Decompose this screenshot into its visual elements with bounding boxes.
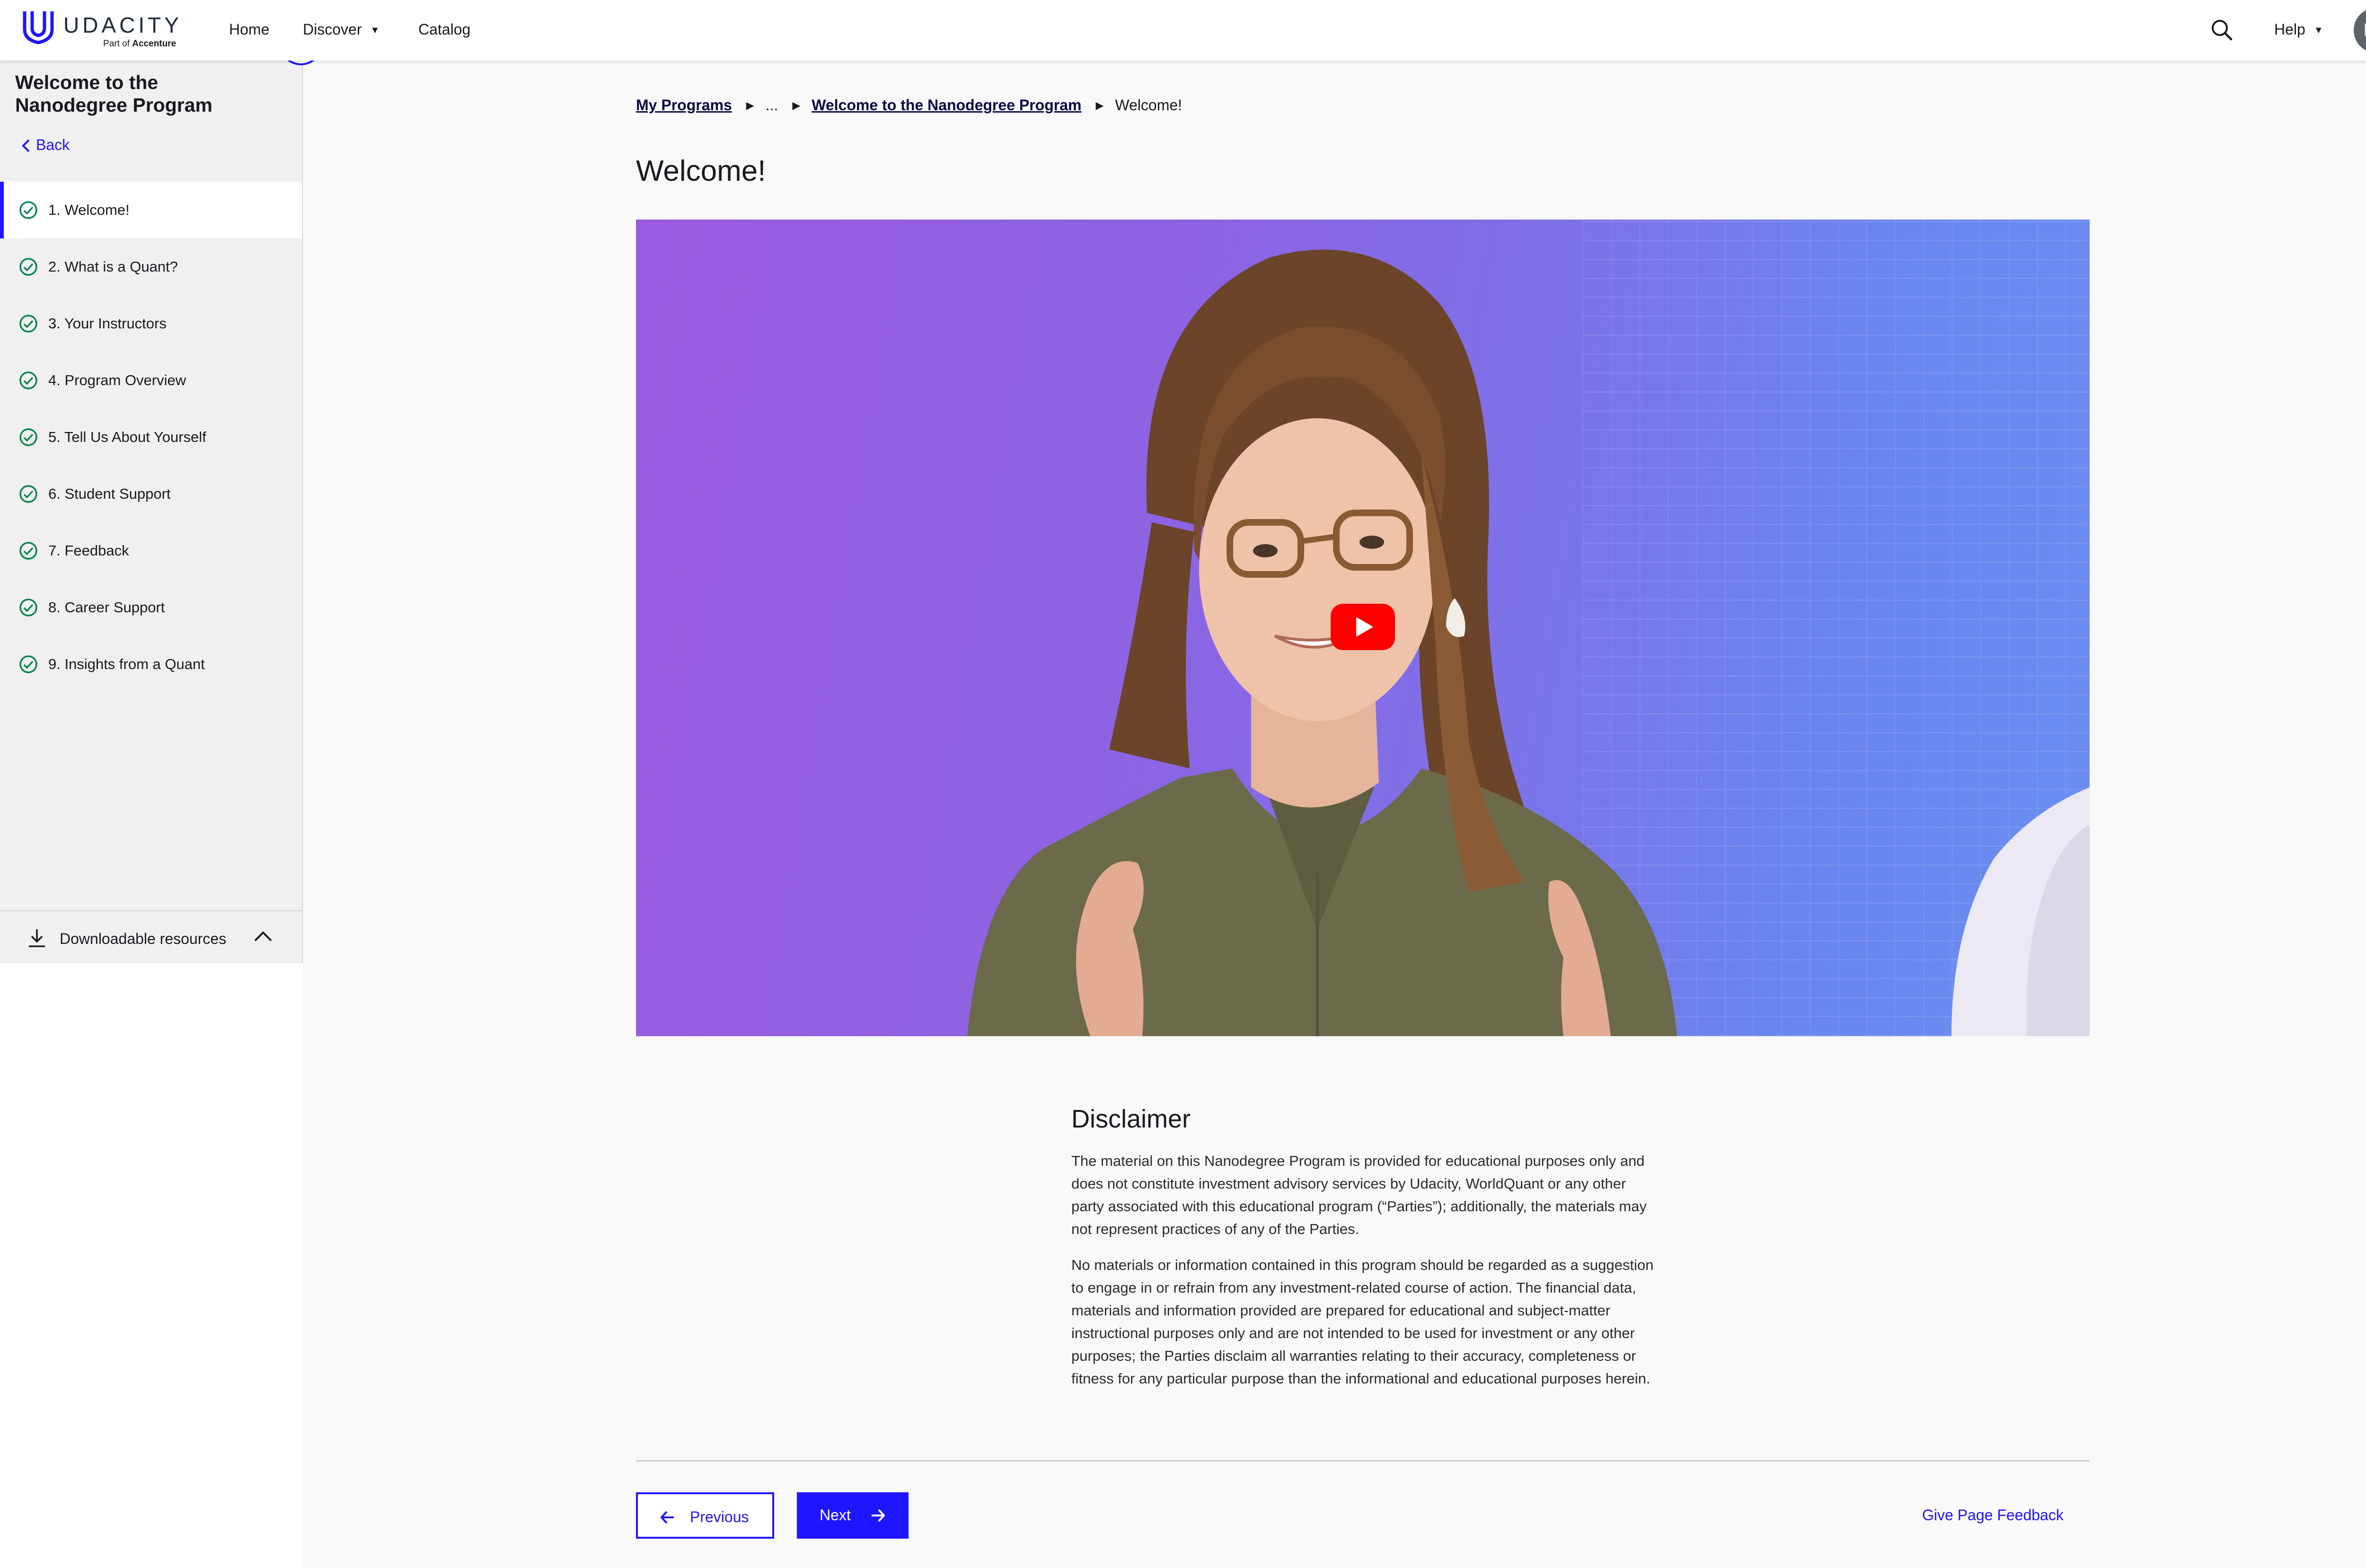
lesson-item-welcome[interactable]: 1. Welcome! (0, 182, 302, 238)
lesson-item-your-instructors[interactable]: 3. Your Instructors (0, 295, 302, 352)
check-circle-icon (19, 428, 37, 446)
resources-label: Downloadable resources (60, 930, 227, 947)
nav-catalog[interactable]: Catalog (418, 21, 470, 38)
search-icon[interactable] (2211, 19, 2233, 41)
lesson-label: 6. Student Support (48, 485, 171, 502)
lesson-item-what-is-a-quant[interactable]: 2. What is a Quant? (0, 238, 302, 295)
breadcrumb-ellipsis[interactable]: ... (766, 97, 778, 114)
back-link[interactable]: Back (21, 136, 70, 154)
lesson-item-feedback[interactable]: 7. Feedback (0, 522, 302, 579)
lesson-list: 1. Welcome! 2. What is a Quant? 3. Your … (0, 182, 302, 693)
back-label: Back (36, 136, 70, 153)
nav-discover[interactable]: Discover ▼ (303, 21, 380, 38)
lesson-label: 8. Career Support (48, 599, 165, 616)
downloadable-resources-toggle[interactable]: Downloadable resources (0, 910, 302, 964)
nav-discover-label: Discover (303, 21, 362, 38)
caret-down-icon: ▼ (2313, 25, 2323, 35)
user-avatar[interactable]: HC (2354, 8, 2366, 53)
lesson-label: 5. Tell Us About Yourself (48, 429, 206, 445)
check-circle-icon (19, 599, 37, 617)
disclaimer-paragraph: The material on this Nanodegree Program … (1071, 1153, 1647, 1237)
youtube-play-icon[interactable] (1331, 604, 1395, 650)
chevron-up-icon (254, 931, 272, 942)
lesson-item-career-support[interactable]: 8. Career Support (0, 579, 302, 636)
sidebar-title: Welcome to the Nanodegree Program (15, 71, 212, 116)
udacity-logo-icon (23, 11, 54, 44)
breadcrumb-my-programs[interactable]: My Programs (636, 97, 732, 114)
caret-down-icon: ▼ (370, 25, 380, 35)
lesson-item-insights-from-a-quant[interactable]: 9. Insights from a Quant (0, 636, 302, 693)
breadcrumb-arrow-icon: ▶ (792, 99, 801, 111)
check-circle-icon (19, 542, 37, 560)
give-page-feedback-link[interactable]: Give Page Feedback (1922, 1506, 2064, 1524)
previous-button[interactable]: Previous (636, 1492, 774, 1539)
breadcrumb-arrow-icon: ▶ (1095, 99, 1104, 111)
check-circle-icon (19, 655, 37, 673)
lesson-item-tell-us-about-yourself[interactable]: 5. Tell Us About Yourself (0, 409, 302, 466)
check-circle-icon (19, 371, 37, 389)
lesson-label: 3. Your Instructors (48, 315, 167, 332)
check-circle-icon (19, 485, 37, 503)
breadcrumb-current: Welcome! (1115, 97, 1183, 114)
footer-divider (636, 1460, 2090, 1462)
check-circle-icon (19, 201, 37, 219)
previous-label: Previous (690, 1508, 749, 1525)
next-button[interactable]: Next (797, 1492, 909, 1539)
nav-home[interactable]: Home (229, 21, 269, 38)
arrow-right-icon (872, 1509, 885, 1522)
brand-sub-company: Accenture (132, 39, 177, 49)
breadcrumb-arrow-icon: ▶ (746, 99, 754, 111)
arrow-left-icon (660, 1511, 674, 1524)
lesson-label: 2. What is a Quant? (48, 258, 178, 275)
udacity-logo[interactable]: UDACITY Part of Accenture (22, 9, 192, 52)
lesson-item-program-overview[interactable]: 4. Program Overview (0, 352, 302, 409)
lesson-label: 1. Welcome! (48, 202, 130, 218)
lesson-label: 7. Feedback (48, 542, 129, 559)
disclaimer-paragraph: No materials or information contained in… (1071, 1257, 1654, 1387)
lesson-label: 9. Insights from a Quant (48, 656, 205, 672)
lesson-sidebar: Welcome to the Nanodegree Program Back 1… (0, 61, 303, 963)
brand-sub-prefix: Part of (103, 39, 130, 49)
disclaimer-section: Disclaimer The material on this Nanodegr… (1071, 1104, 1658, 1387)
breadcrumb-lesson[interactable]: Welcome to the Nanodegree Program (812, 97, 1081, 114)
check-circle-icon (19, 258, 37, 276)
page-title: Welcome! (636, 155, 766, 187)
brand-name: UDACITY (63, 13, 182, 37)
download-icon (29, 929, 45, 947)
help-menu[interactable]: Help ▼ (2274, 21, 2323, 38)
brand-subtitle: Part of Accenture (103, 39, 176, 49)
top-navigation: UDACITY Part of Accenture Home Discover ▼… (0, 0, 2366, 61)
video-player[interactable] (636, 220, 2090, 1036)
breadcrumb: My Programs ▶... ▶ Welcome to the Nanodegre… (636, 97, 1182, 115)
lesson-label: 4. Program Overview (48, 372, 186, 388)
help-label: Help (2274, 21, 2305, 38)
check-circle-icon (19, 315, 37, 333)
next-label: Next (820, 1506, 851, 1524)
lesson-item-student-support[interactable]: 6. Student Support (0, 466, 302, 522)
chevron-left-icon (22, 139, 30, 152)
sidebar-empty-area (0, 963, 303, 1568)
disclaimer-heading: Disclaimer (1071, 1105, 1191, 1133)
